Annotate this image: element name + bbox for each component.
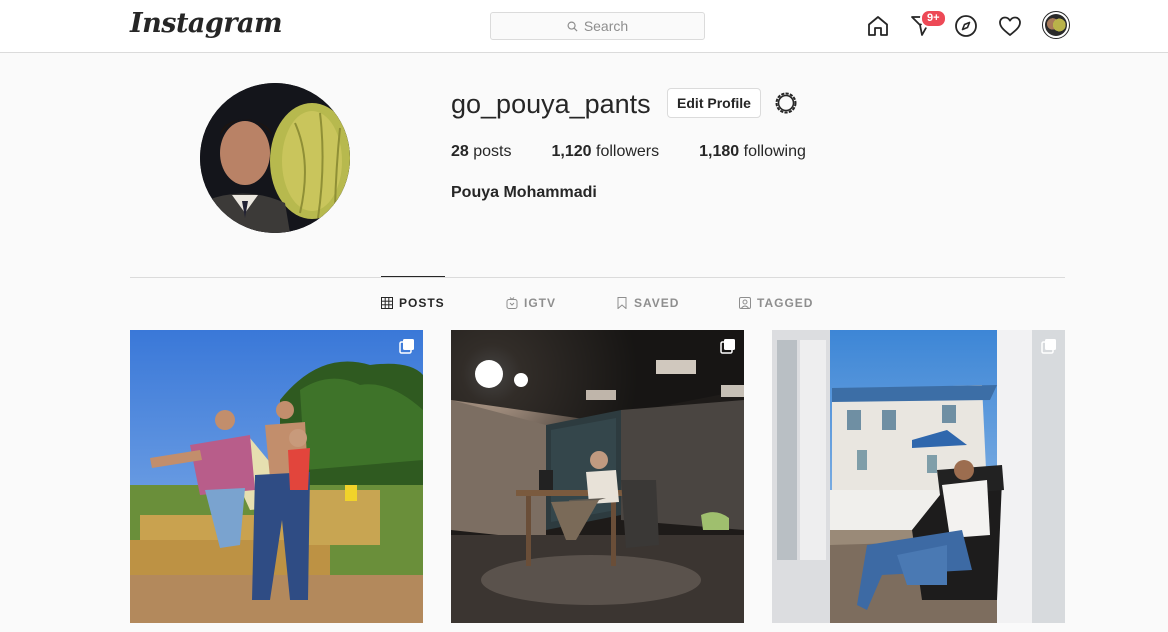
activity-button[interactable] [998, 14, 1022, 38]
tab-saved[interactable]: SAVED [616, 296, 679, 310]
profile-username: go_pouya_pants [451, 89, 651, 119]
tag-icon [739, 297, 751, 309]
post-image [772, 330, 1065, 623]
post-image [130, 330, 423, 623]
tab-igtv[interactable]: IGTV [506, 296, 556, 310]
profile-full-name: Pouya Mohammadi [451, 184, 597, 201]
search-input[interactable]: Search [490, 12, 705, 40]
posts-count: 28 posts [451, 143, 512, 160]
tab-posts[interactable]: POSTS [381, 296, 445, 310]
notification-badge: 9+ [920, 9, 947, 28]
edit-profile-button[interactable]: Edit Profile [667, 88, 761, 118]
post-thumbnail-1[interactable] [130, 330, 423, 623]
search-placeholder: Search [583, 18, 629, 34]
multiple-photos-icon [399, 339, 414, 354]
home-icon [868, 16, 888, 36]
igtv-icon [506, 297, 518, 309]
tab-tagged[interactable]: TAGGED [739, 296, 813, 310]
multiple-photos-icon [1041, 339, 1056, 354]
profile-picture[interactable] [200, 83, 350, 233]
profile-photo [200, 83, 350, 233]
followers-link[interactable]: 1,120 followers [552, 143, 660, 161]
explore-button[interactable] [954, 14, 978, 38]
tab-saved-label: SAVED [634, 296, 680, 310]
settings-gear-icon[interactable] [773, 90, 799, 116]
heart-icon [999, 16, 1021, 36]
tab-tagged-label: TAGGED [757, 296, 814, 310]
search-icon [567, 21, 578, 32]
direct-messages-button[interactable]: 9+ [910, 9, 947, 38]
top-navigation: Instagram Search 9+ [0, 0, 1168, 53]
compass-icon [955, 15, 977, 37]
multiple-photos-icon [720, 339, 735, 354]
post-thumbnail-2[interactable] [451, 330, 744, 623]
home-button[interactable] [866, 14, 890, 38]
profile-avatar-button[interactable] [1042, 11, 1070, 39]
profile-stats: 28 posts 1,120 followers 1,180 following [451, 143, 806, 161]
following-link[interactable]: 1,180 following [699, 143, 806, 161]
grid-icon [381, 297, 393, 309]
tab-posts-label: POSTS [399, 296, 445, 310]
post-image [451, 330, 744, 623]
active-tab-indicator [381, 276, 445, 277]
tabs-divider [130, 277, 1065, 278]
instagram-logo[interactable]: Instagram [130, 8, 283, 39]
bookmark-icon [617, 297, 627, 309]
tab-igtv-label: IGTV [524, 296, 557, 310]
post-thumbnail-3[interactable] [772, 330, 1065, 623]
avatar [1045, 14, 1067, 36]
